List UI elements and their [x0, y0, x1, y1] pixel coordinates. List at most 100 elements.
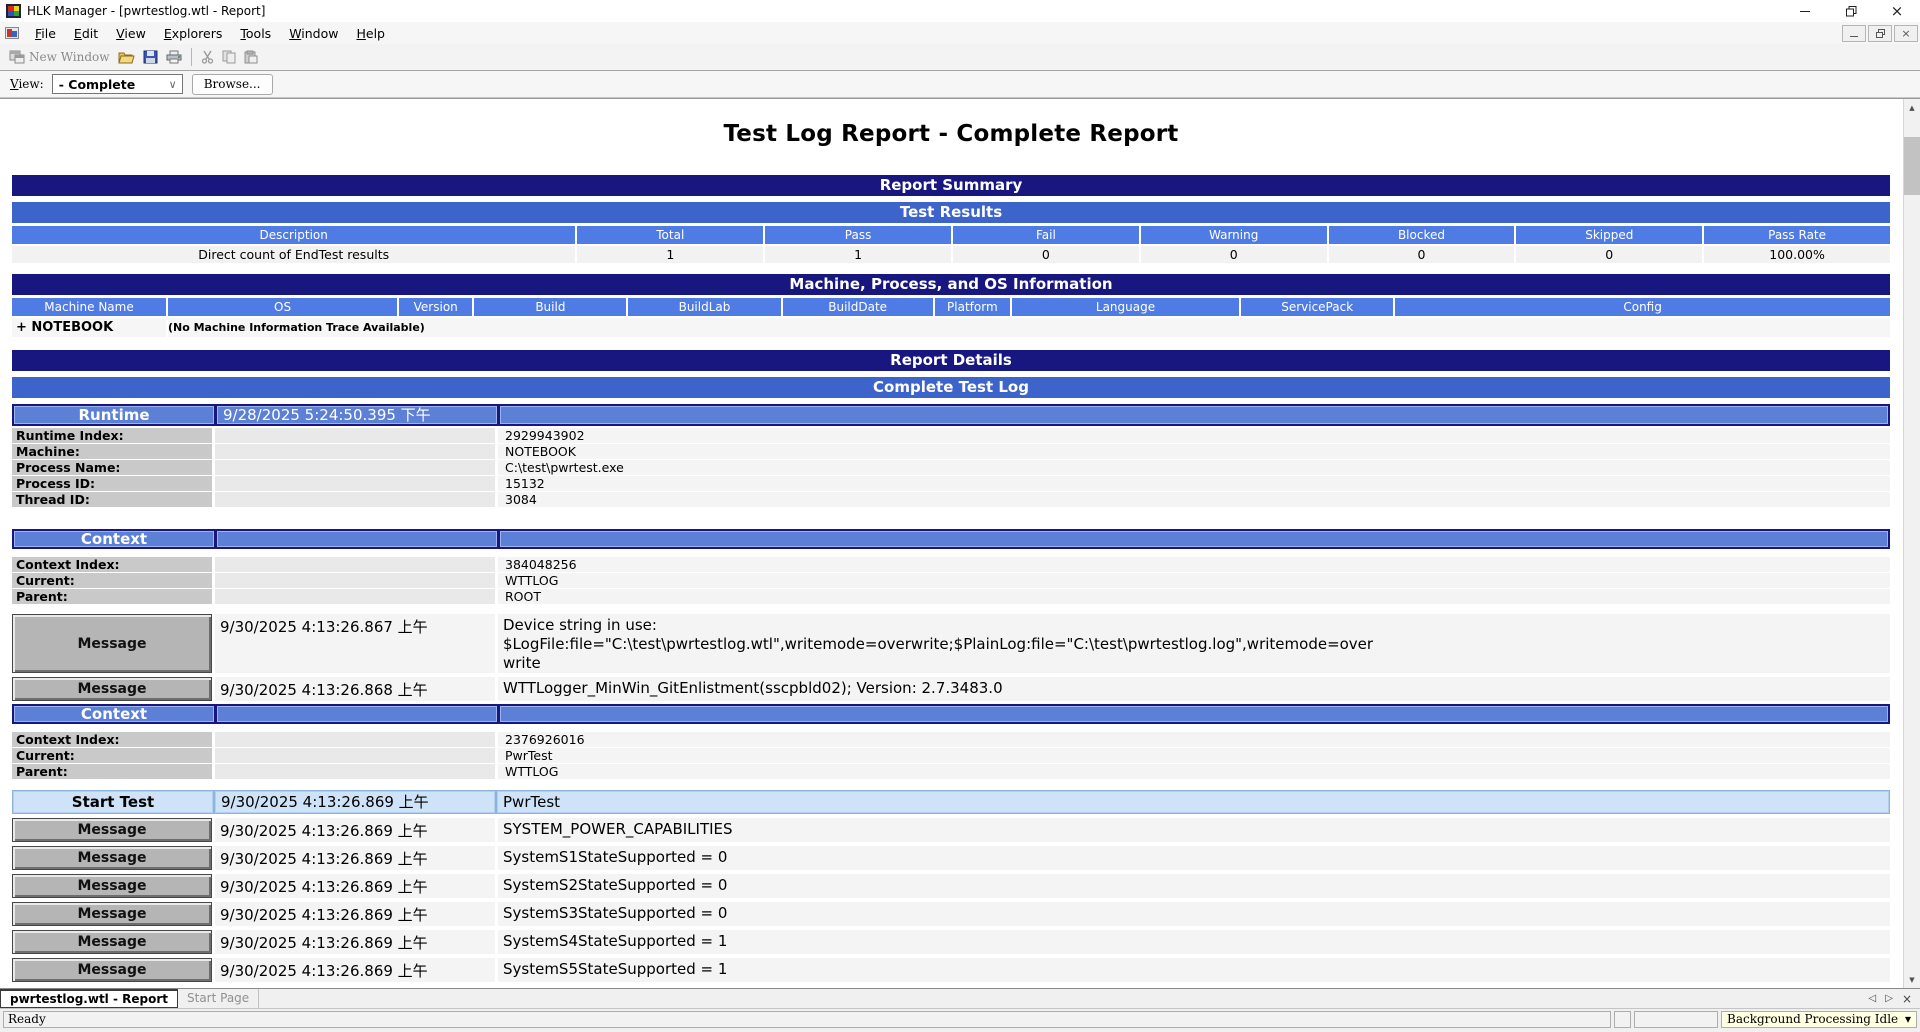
log-message-row: Message 9/30/2025 4:13:26.869 上午 SystemS…: [12, 930, 1890, 954]
val-blocked: 0: [1329, 246, 1515, 263]
context-empty-cell: [500, 531, 1888, 547]
message-button[interactable]: Message: [12, 958, 212, 982]
scroll-up-icon: ▲: [1909, 104, 1914, 112]
tab-scroll-left-button[interactable]: ◁: [1869, 993, 1877, 1004]
message-text: SystemS1StateSupported = 0: [503, 848, 1379, 867]
menu-file[interactable]: File: [26, 24, 65, 43]
restore-button[interactable]: [1828, 0, 1874, 22]
message-timestamp: 9/30/2025 4:13:26.869 上午: [215, 818, 495, 842]
kv-spacer: [215, 573, 495, 588]
minimize-button[interactable]: [1782, 0, 1828, 22]
col-pass-rate: Pass Rate: [1704, 226, 1890, 244]
status-panel-small: [1614, 1011, 1631, 1028]
print-button[interactable]: [162, 48, 186, 66]
message-button[interactable]: Message: [12, 902, 212, 926]
document-icon: [5, 27, 19, 39]
scrollbar-thumb[interactable]: [1904, 137, 1920, 195]
menu-window[interactable]: Window: [280, 24, 347, 43]
val-warning: 0: [1141, 246, 1327, 263]
message-button[interactable]: Message: [12, 614, 212, 673]
cut-scissors-icon: [201, 50, 214, 64]
menu-tools[interactable]: Tools: [231, 24, 280, 43]
kv-parent: Parent: ROOT: [12, 589, 1890, 604]
menu-edit[interactable]: Edit: [65, 24, 107, 43]
scroll-down-button[interactable]: ▼: [1904, 971, 1920, 988]
message-timestamp: 9/30/2025 4:13:26.869 上午: [215, 930, 495, 954]
message-text: SystemS5StateSupported = 1: [503, 960, 1379, 979]
chevron-down-icon: ∨: [169, 78, 177, 91]
context-expander[interactable]: Context: [14, 531, 214, 547]
mdi-restore-button[interactable]: [1868, 25, 1892, 42]
kv-spacer: [215, 428, 495, 443]
message-button[interactable]: Message: [12, 930, 212, 954]
kv-label: Machine:: [12, 444, 212, 459]
kv-process-id: Process ID: 15132: [12, 476, 1890, 491]
col-servicepack: ServicePack: [1241, 298, 1393, 316]
menu-help[interactable]: Help: [347, 24, 394, 43]
log-message-row: Message 9/30/2025 4:13:26.868 上午 WTTLogg…: [12, 677, 1890, 701]
kv-label: Process Name:: [12, 460, 212, 475]
start-test-expander[interactable]: Start Test: [13, 791, 213, 813]
new-window-icon: [9, 50, 25, 64]
message-timestamp: 9/30/2025 4:13:26.867 上午: [215, 614, 495, 673]
tab-scroll-right-button[interactable]: ▷: [1885, 993, 1893, 1004]
val-pass-rate: 100.00%: [1704, 246, 1890, 263]
cut-button[interactable]: [197, 48, 218, 66]
background-processing-select[interactable]: Background Processing Idle ▾: [1721, 1011, 1917, 1028]
report-viewport: Test Log Report - Complete Report Report…: [0, 98, 1920, 988]
tab-start-page[interactable]: Start Page: [178, 989, 259, 1008]
message-button[interactable]: Message: [12, 846, 212, 870]
copy-button[interactable]: [218, 48, 240, 66]
message-timestamp: 9/30/2025 4:13:26.869 上午: [215, 902, 495, 926]
window-title: HLK Manager - [pwrtestlog.wtl - Report]: [27, 4, 265, 18]
log-section-context: Context: [12, 704, 1890, 724]
message-button[interactable]: Message: [12, 818, 212, 842]
section-complete-test-log: Complete Test Log: [12, 377, 1890, 398]
mdi-minimize-button[interactable]: [1842, 25, 1866, 42]
scroll-up-button[interactable]: ▲: [1904, 99, 1920, 116]
menu-explorers[interactable]: Explorers: [155, 24, 232, 43]
message-button[interactable]: Message: [12, 874, 212, 898]
section-test-results: Test Results: [12, 202, 1890, 223]
kv-current: Current: WTTLOG: [12, 573, 1890, 588]
open-button[interactable]: [114, 48, 139, 66]
kv-value: 384048256: [498, 557, 1890, 572]
message-timestamp: 9/30/2025 4:13:26.869 上午: [215, 958, 495, 982]
tab-report[interactable]: pwrtestlog.wtl - Report: [0, 989, 178, 1008]
section-report-details: Report Details: [12, 350, 1890, 371]
kv-value: WTTLOG: [498, 573, 1890, 588]
report-title: Test Log Report - Complete Report: [12, 121, 1890, 147]
message-timestamp: 9/30/2025 4:13:26.869 上午: [215, 846, 495, 870]
kv-spacer: [215, 460, 495, 475]
context-expander[interactable]: Context: [14, 706, 214, 722]
toolbar: New Window: [0, 44, 1920, 71]
view-select[interactable]: - Complete ∨: [52, 74, 183, 94]
message-text-cell: SystemS2StateSupported = 0: [498, 874, 1890, 898]
message-text-cell: Device string in use: $LogFile:file="C:\…: [498, 614, 1890, 673]
runtime-expander[interactable]: Runtime: [14, 406, 214, 424]
runtime-empty-cell: [500, 406, 1888, 424]
section-machine-info: Machine, Process, and OS Information: [12, 274, 1890, 295]
kv-value: 3084: [498, 492, 1890, 507]
vertical-scrollbar[interactable]: ▲ ▼: [1903, 99, 1920, 988]
tab-close-button[interactable]: ×: [1902, 992, 1912, 1006]
message-timestamp: 9/30/2025 4:13:26.869 上午: [215, 874, 495, 898]
log-message-row: Message 9/30/2025 4:13:26.869 上午 SystemS…: [12, 958, 1890, 982]
mdi-close-button[interactable]: ×: [1894, 25, 1918, 42]
kv-label: Thread ID:: [12, 492, 212, 507]
message-text-cell: WTTLogger_MinWin_GitEnlistment(sscpbld02…: [498, 677, 1890, 701]
kv-process-name: Process Name: C:\test\pwrtest.exe: [12, 460, 1890, 475]
kv-spacer: [215, 444, 495, 459]
message-button[interactable]: Message: [12, 677, 212, 701]
save-button[interactable]: [139, 48, 162, 66]
browse-button[interactable]: Browse...: [192, 74, 273, 95]
paste-button[interactable]: [240, 48, 262, 66]
menu-view[interactable]: View: [107, 24, 155, 43]
kv-current: Current: PwrTest: [12, 748, 1890, 763]
val-skipped: 0: [1516, 246, 1702, 263]
message-text-cell: SystemS3StateSupported = 0: [498, 902, 1890, 926]
new-window-button[interactable]: New Window: [5, 48, 114, 66]
message-text: WTTLogger_MinWin_GitEnlistment(sscpbld02…: [503, 679, 1379, 698]
machine-expander[interactable]: + NOTEBOOK: [12, 318, 166, 337]
close-button[interactable]: ×: [1874, 0, 1920, 22]
